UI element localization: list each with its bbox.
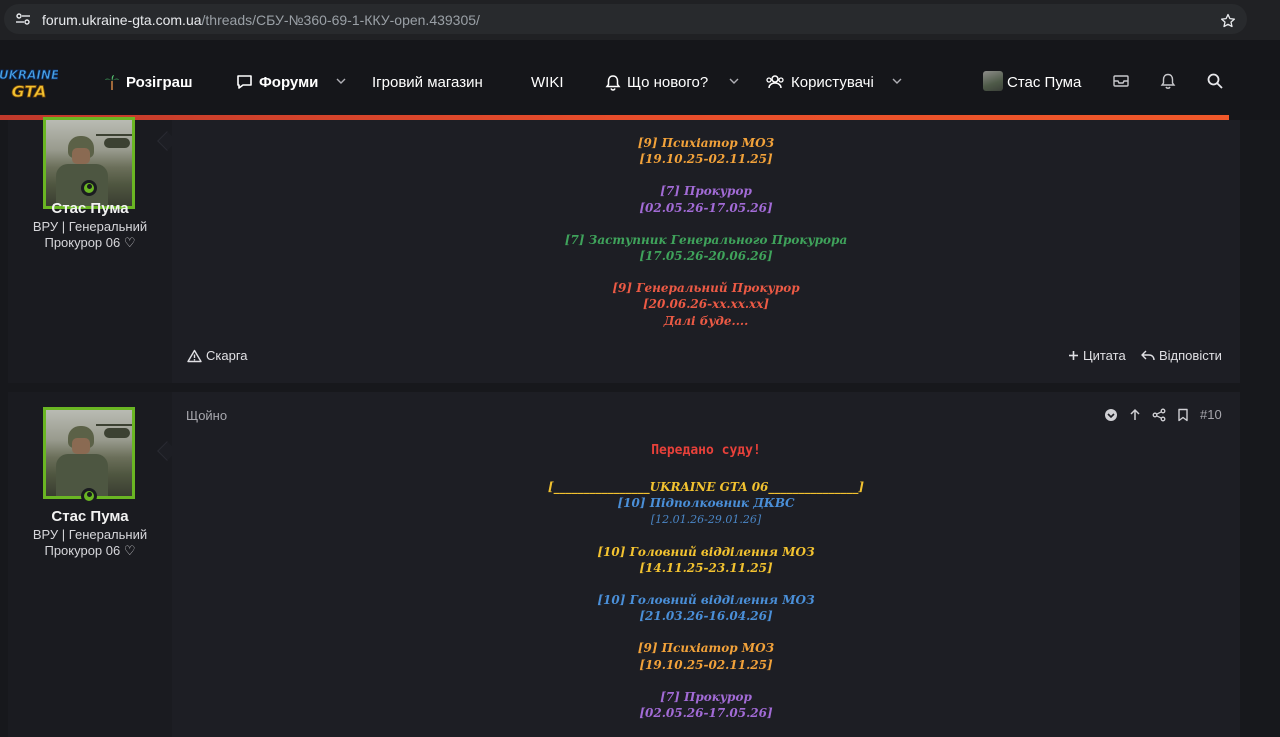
online-indicator-icon xyxy=(81,180,97,196)
search-icon[interactable] xyxy=(1206,72,1224,90)
post-author[interactable]: Стас Пума xyxy=(8,200,172,217)
inbox-icon[interactable] xyxy=(1112,72,1130,90)
post-text-line: [21.03.26-16.04.26] xyxy=(639,609,773,623)
post-text-line: [20.06.26-xx.xx.xx] xyxy=(642,297,770,311)
post-author[interactable]: Стас Пума xyxy=(8,508,172,525)
post-text-line: Далі буде.... xyxy=(663,314,749,328)
arrow-up-icon[interactable] xyxy=(1128,408,1142,422)
post-text-line: [9] Психіатор МОЗ xyxy=(637,641,775,655)
plus-icon xyxy=(1069,351,1078,360)
post-timestamp[interactable]: Щойно xyxy=(186,408,227,423)
user-title-line2: Прокурор 06 ♡ xyxy=(44,543,136,558)
nav-forums[interactable]: Форуми xyxy=(236,72,318,92)
url-host: forum.ukraine-gta.com.ua xyxy=(42,12,202,28)
post-banner: [________________UKRAINE GTA 06_________… xyxy=(547,480,865,494)
post-text-line: [02.05.26-17.05.26] xyxy=(639,201,773,215)
post-heading: Передано суду! xyxy=(651,443,761,458)
site-settings-icon[interactable] xyxy=(16,13,30,25)
user-title-line1: ВРУ | Генеральний xyxy=(32,527,148,542)
bell-icon xyxy=(605,74,621,91)
quote-button[interactable]: Цитата xyxy=(1068,348,1126,363)
share-icon[interactable] xyxy=(1152,408,1166,422)
post-text-line: [7] Прокурор xyxy=(660,690,752,704)
nav-wiki-label: WIKI xyxy=(531,73,564,91)
user-title-line1: ВРУ | Генеральний xyxy=(32,219,148,234)
chevron-down-icon[interactable] xyxy=(892,77,902,85)
post: Стас Пума ВРУ | Генеральний Прокурор 06 … xyxy=(8,392,1240,737)
bookmark-star-icon[interactable] xyxy=(1220,13,1236,29)
nav-shop-label: Ігровий магазин xyxy=(372,73,483,91)
palm-tree-icon xyxy=(105,75,119,90)
bookmark-icon[interactable] xyxy=(1176,408,1190,422)
nav-users[interactable]: Користувачі xyxy=(765,72,874,92)
users-icon xyxy=(766,75,784,89)
nav-forums-label: Форуми xyxy=(259,73,319,91)
post-text-line: [14.11.25-23.11.25] xyxy=(639,561,773,575)
nav-wiki[interactable]: WIKI xyxy=(531,72,564,92)
svg-text:GTA: GTA xyxy=(12,82,47,101)
nav-giveaway[interactable]: Розіграш xyxy=(104,72,192,92)
address-bar[interactable]: forum.ukraine-gta.com.ua/threads/СБУ-№36… xyxy=(4,4,1247,34)
reply-button[interactable]: Відповісти xyxy=(1141,348,1222,363)
svg-text:UKRAINE: UKRAINE xyxy=(0,68,58,82)
post-text-line: [19.10.25-02.11.25] xyxy=(639,152,773,166)
nav-whats-new[interactable]: Що нового? xyxy=(605,72,708,92)
post-text-line: [17.05.26-20.06.26] xyxy=(639,249,773,263)
post-number[interactable]: #10 xyxy=(1200,407,1222,422)
post-text-line: [19.10.25-02.11.25] xyxy=(639,658,773,672)
nav-users-label: Користувачі xyxy=(791,73,874,91)
chevron-down-icon[interactable] xyxy=(336,77,346,85)
online-indicator-icon xyxy=(81,488,97,504)
post-text-line: [10] Головний відділення МОЗ xyxy=(597,593,815,607)
alerts-bell-icon[interactable] xyxy=(1159,72,1177,90)
post-text-line: [9] Психіатор МОЗ xyxy=(637,136,775,150)
url-path: /threads/СБУ-№360-69-1-ККУ-open.439305/ xyxy=(201,12,480,28)
post-toolbar: #10 xyxy=(1094,407,1222,422)
site-logo[interactable]: UKRAINE GTA xyxy=(0,64,58,102)
reaction-icon[interactable] xyxy=(1104,408,1118,422)
nav-shop[interactable]: Ігровий магазин xyxy=(372,72,483,92)
report-button[interactable]: Скарга xyxy=(187,348,248,363)
account-username: Стас Пума xyxy=(1007,73,1082,91)
user-title-line2: Прокурор 06 ♡ xyxy=(44,235,136,250)
post-text-line: [7] Прокурор xyxy=(660,184,752,198)
post-text-line: [10] Підполковник ДКВС xyxy=(617,496,795,510)
chevron-down-icon[interactable] xyxy=(729,77,739,85)
nav-whats-new-label: Що нового? xyxy=(627,73,709,91)
post-text-line: [10] Головний відділення МОЗ xyxy=(597,545,815,559)
post: Стас Пума ВРУ | Генеральний Прокурор 06 … xyxy=(8,117,1240,383)
warning-icon xyxy=(187,349,202,362)
reply-label: Відповісти xyxy=(1159,348,1222,363)
account-menu[interactable]: Стас Пума xyxy=(1007,72,1081,92)
report-label: Скарга xyxy=(206,348,248,363)
nav-giveaway-label: Розіграш xyxy=(126,73,193,91)
reply-arrow-icon xyxy=(1141,350,1155,360)
post-text-line: [9] Генеральний Прокурор xyxy=(612,281,800,295)
url-text[interactable]: forum.ukraine-gta.com.ua/threads/СБУ-№36… xyxy=(42,12,480,28)
quote-label: Цитата xyxy=(1083,348,1126,363)
account-avatar[interactable] xyxy=(983,71,1003,91)
post-text-line: [02.05.26-17.05.26] xyxy=(639,706,773,720)
chat-bubble-icon xyxy=(237,75,252,89)
post-text-line: [12.01.26-29.01.26] xyxy=(650,513,762,526)
user-avatar[interactable] xyxy=(43,407,135,499)
browser-toolbar: forum.ukraine-gta.com.ua/threads/СБУ-№36… xyxy=(0,0,1280,40)
post-text-line: [7] Заступник Генерального Прокурора xyxy=(564,233,848,247)
